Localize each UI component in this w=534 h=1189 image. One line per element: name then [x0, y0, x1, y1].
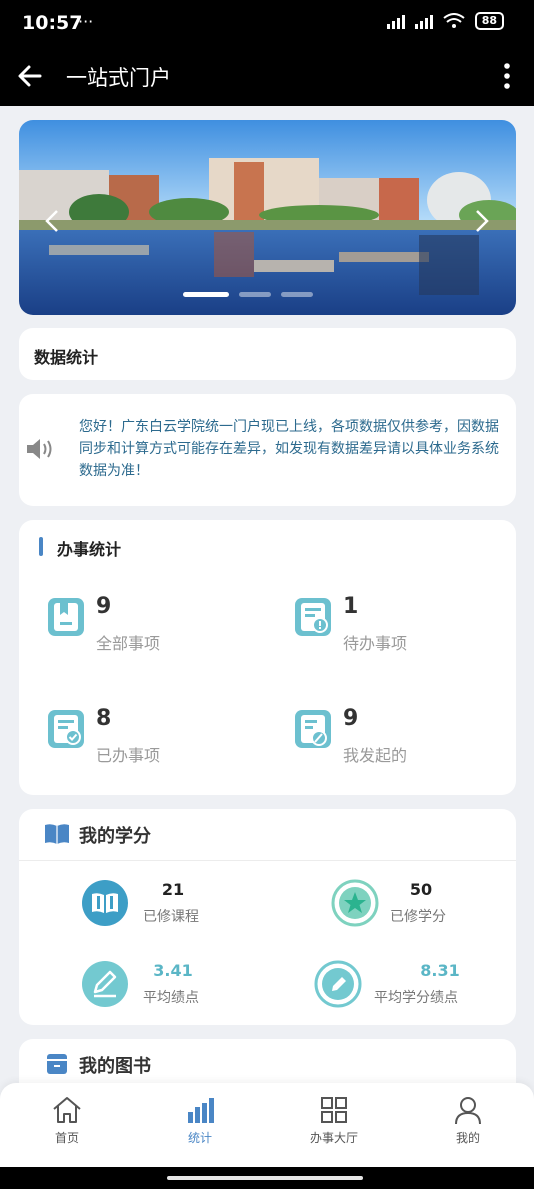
open-book-icon [45, 824, 69, 844]
library-icon [47, 1054, 67, 1074]
app-bar: 一站式门户 [0, 48, 534, 106]
work-stats-card: 办事统计 9 全部事项 1 待办事项 8 已办事项 9 我发起的 [19, 520, 516, 795]
data-stats-card: 数据统计 [19, 328, 516, 380]
user-icon [455, 1097, 481, 1125]
back-arrow-icon[interactable] [14, 60, 46, 92]
speaker-icon [27, 439, 52, 459]
work-done-label: 已办事项 [96, 746, 161, 765]
work-item-done[interactable]: 8 已办事项 [46, 706, 246, 778]
book-circle-icon [82, 880, 128, 926]
credit-item-courses[interactable]: 21 已修课程 [81, 879, 291, 929]
wifi-icon [443, 13, 465, 28]
work-done-value: 8 [96, 706, 112, 731]
system-nav-bar [0, 1167, 534, 1189]
done-doc-icon [48, 710, 84, 748]
more-vert-icon[interactable] [502, 60, 512, 92]
next-arrow-icon[interactable] [473, 208, 491, 234]
tab-mine-label: 我的 [455, 1131, 480, 1145]
initiated-doc-icon [295, 710, 331, 748]
tab-home[interactable]: 首页 [17, 1095, 117, 1146]
credits-card: 我的学分 21 已修课程 50 已修学分 3.41 平均绩点 8.31 平均学分… [19, 809, 516, 1025]
status-icons: 88 [386, 12, 504, 30]
status-more-indicator: ··· [78, 12, 94, 31]
bookmark-doc-icon [48, 598, 84, 636]
credit-courses-label: 已修课程 [143, 909, 199, 925]
tab-stats-label: 统计 [187, 1131, 212, 1145]
credit-courses-value: 21 [161, 880, 185, 899]
credits-header: 我的学分 [19, 809, 516, 861]
work-stats-title: 办事统计 [39, 536, 121, 560]
tab-home-label: 首页 [54, 1131, 79, 1145]
work-item-all[interactable]: 9 全部事项 [46, 594, 246, 666]
pencil-circle-icon [314, 960, 362, 1008]
work-initiated-label: 我发起的 [343, 746, 408, 765]
work-pending-value: 1 [343, 594, 359, 619]
banner-carousel[interactable] [19, 120, 516, 315]
credit-gpa-value: 3.41 [153, 961, 193, 980]
work-item-initiated[interactable]: 9 我发起的 [293, 706, 493, 778]
battery-icon: 88 [474, 12, 504, 30]
campus-photo [19, 120, 516, 315]
prev-arrow-icon[interactable] [43, 208, 61, 234]
carousel-dot[interactable] [281, 292, 313, 297]
signal-icon [414, 13, 433, 29]
bottom-tab-bar: 首页 统计 办事大厅 我的 [0, 1083, 534, 1167]
carousel-dot[interactable] [183, 292, 229, 297]
credit-credits-value: 50 [409, 880, 433, 899]
work-pending-label: 待办事项 [343, 634, 408, 653]
work-all-value: 9 [96, 594, 112, 619]
tab-service-hall[interactable]: 办事大厅 [284, 1095, 384, 1146]
credits-title: 我的学分 [79, 826, 151, 847]
status-time: 10:57 [22, 12, 83, 34]
credit-item-weighted-gpa[interactable]: 8.31 平均学分绩点 [314, 960, 524, 1010]
bar-chart-icon [188, 1098, 214, 1123]
work-item-pending[interactable]: 1 待办事项 [293, 594, 493, 666]
tab-stats[interactable]: 统计 [150, 1095, 250, 1146]
pending-doc-icon [295, 598, 331, 636]
credit-weighted-gpa-label: 平均学分绩点 [374, 990, 458, 1006]
status-bar: 10:57 ··· 88 [0, 0, 534, 48]
star-circle-icon [331, 879, 379, 927]
credit-item-credits[interactable]: 50 已修学分 [331, 879, 534, 929]
notice-text: 您好！广东白云学院统一门户现已上线，各项数据仅供参考，因数据同步和计算方式可能存… [79, 419, 499, 479]
credit-gpa-label: 平均绩点 [143, 990, 199, 1006]
home-indicator[interactable] [167, 1176, 363, 1180]
credit-credits-label: 已修学分 [390, 909, 446, 925]
pen-circle-icon [82, 961, 128, 1007]
work-all-label: 全部事项 [96, 634, 161, 653]
signal-icon [386, 13, 405, 29]
credit-weighted-gpa-value: 8.31 [420, 961, 460, 980]
books-title: 我的图书 [79, 1056, 151, 1077]
data-stats-title: 数据统计 [34, 348, 99, 367]
tab-service-hall-label: 办事大厅 [309, 1131, 358, 1145]
notice-card: 您好！广东白云学院统一门户现已上线，各项数据仅供参考，因数据同步和计算方式可能存… [19, 394, 516, 506]
page-title: 一站式门户 [66, 66, 171, 90]
credit-item-gpa[interactable]: 3.41 平均绩点 [81, 960, 291, 1010]
work-initiated-value: 9 [343, 706, 359, 731]
home-icon [53, 1097, 81, 1123]
carousel-indicator [183, 292, 313, 297]
carousel-dot[interactable] [239, 292, 271, 297]
tab-mine[interactable]: 我的 [418, 1095, 518, 1146]
grid-icon [321, 1097, 347, 1123]
